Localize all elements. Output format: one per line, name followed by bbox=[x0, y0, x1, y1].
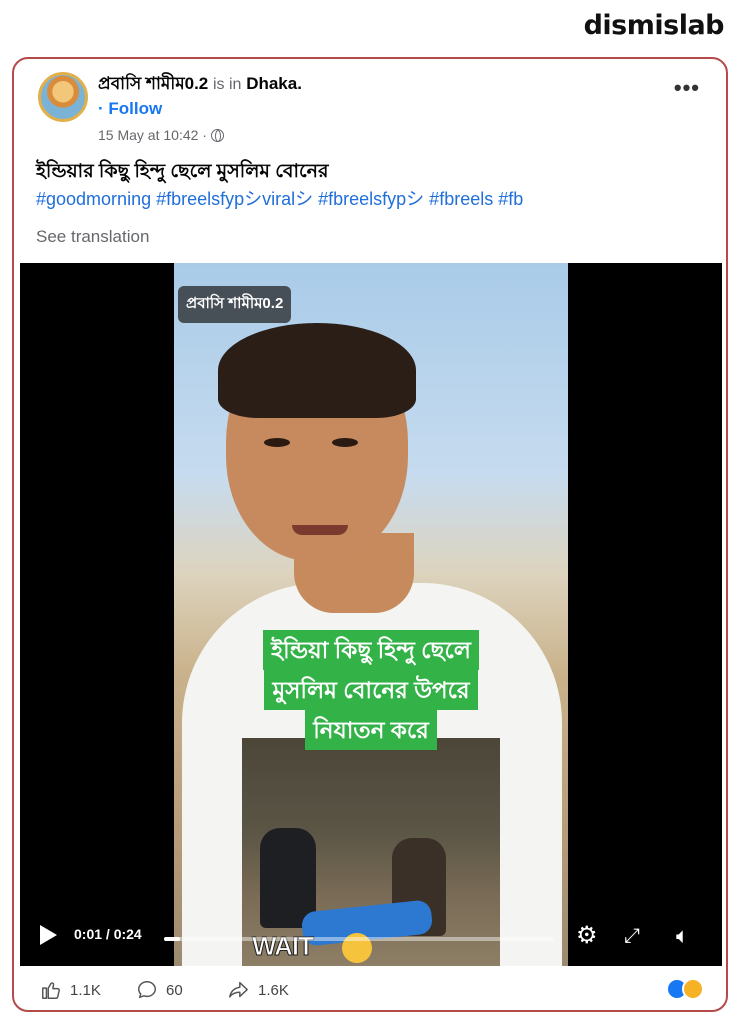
comment-button[interactable]: 60 bbox=[136, 979, 183, 1001]
like-count: 1.1K bbox=[70, 981, 101, 999]
expand-icon[interactable]: ⤢ bbox=[624, 921, 640, 951]
play-icon[interactable] bbox=[40, 925, 57, 945]
overlay-caption: ইন্ডিয়া কিছু হিন্দু ছেলে মুসলিম বোনের উ… bbox=[232, 630, 510, 750]
like-button[interactable]: 1.1K bbox=[40, 979, 101, 1001]
author-avatar[interactable] bbox=[38, 72, 88, 122]
globe-icon bbox=[210, 128, 224, 142]
gear-icon[interactable]: ⚙ bbox=[576, 921, 598, 951]
comment-count: 60 bbox=[166, 981, 183, 999]
post-footer: 1.1K 60 1.6K bbox=[14, 969, 726, 1009]
person-hair bbox=[218, 323, 416, 418]
overlay-line-2: মুসলিম বোনের উপরে bbox=[264, 670, 478, 710]
more-options-icon[interactable]: ••• bbox=[674, 75, 700, 101]
progress-fill bbox=[164, 937, 180, 941]
dismislab-logo: dismislab bbox=[583, 10, 725, 41]
video-watermark: প্রবাসি শামীম0.2 bbox=[178, 286, 292, 323]
see-translation-link[interactable]: See translation bbox=[36, 227, 149, 247]
video-controls: 0:01 / 0:24 ⚙ ⤢ 🔈︎ bbox=[20, 910, 722, 966]
post-hashtags[interactable]: #goodmorning #fbreelsfypシviralシ #fbreels… bbox=[36, 185, 523, 211]
share-count: 1.6K bbox=[258, 981, 289, 999]
comment-icon bbox=[138, 981, 156, 999]
video-player[interactable]: প্রবাসি শামীম0.2 ইন্ডিয়া কিছু হিন্দু ছে… bbox=[20, 263, 722, 966]
follow-button[interactable]: · Follow bbox=[98, 99, 162, 119]
person-mouth bbox=[292, 525, 348, 535]
sad-reaction-icon bbox=[682, 978, 704, 1000]
facebook-post-card: প্রবাসি শামীম0.2 is in Dhaka. · Follow 1… bbox=[12, 57, 728, 1012]
overlay-line-3: নিযাতন করে bbox=[305, 710, 437, 750]
overlay-line-1: ইন্ডিয়া কিছু হিন্দু ছেলে bbox=[263, 630, 479, 670]
location-link[interactable]: Dhaka. bbox=[246, 74, 302, 93]
share-icon bbox=[229, 981, 248, 998]
person-eye-left bbox=[264, 438, 290, 447]
reaction-icons[interactable] bbox=[666, 978, 704, 1000]
video-time: 0:01 / 0:24 bbox=[74, 926, 142, 942]
person-eye-right bbox=[332, 438, 358, 447]
share-button[interactable]: 1.6K bbox=[226, 979, 289, 1001]
timestamp-text: 15 May at 10:42 · bbox=[98, 127, 207, 143]
author-name[interactable]: প্রবাসি শামীম0.2 bbox=[98, 74, 208, 93]
thumbs-up-icon bbox=[42, 982, 60, 999]
post-timestamp[interactable]: 15 May at 10:42 · bbox=[98, 127, 224, 143]
is-in-label: is in bbox=[213, 76, 242, 93]
progress-bar[interactable] bbox=[164, 937, 554, 941]
mute-icon[interactable]: 🔈︎ bbox=[676, 921, 689, 951]
author-line: প্রবাসি শামীম0.2 is in Dhaka. bbox=[98, 71, 302, 99]
